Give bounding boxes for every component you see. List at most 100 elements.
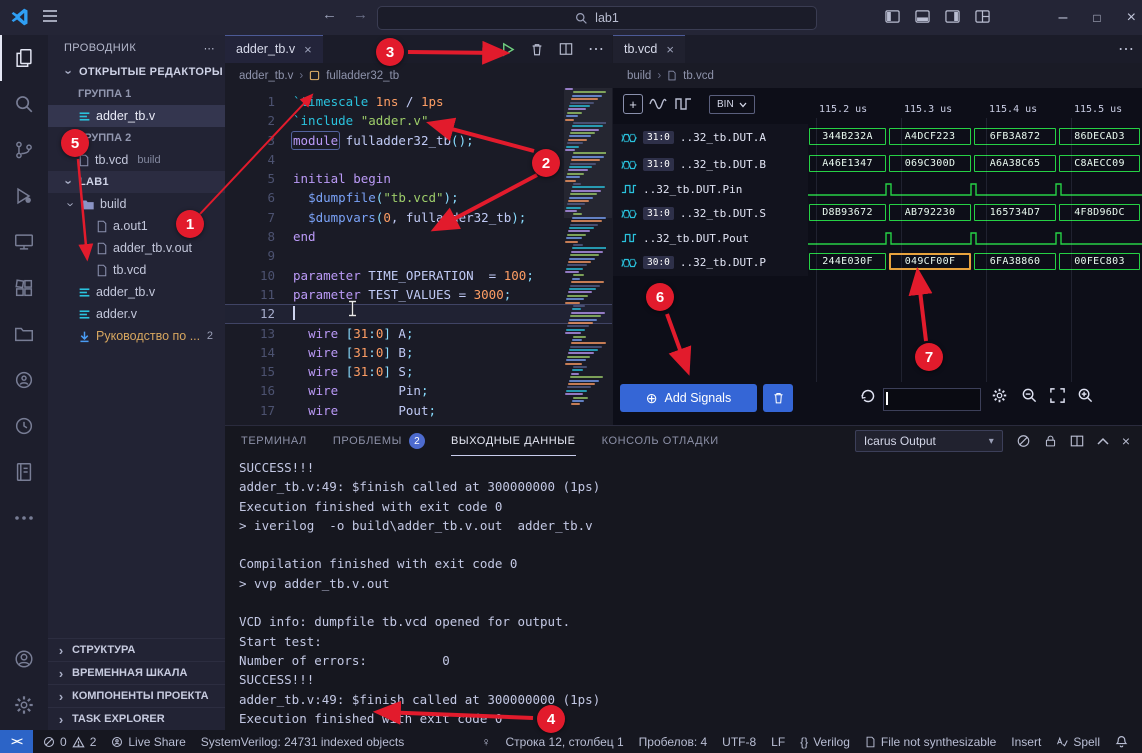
code-line-8[interactable]: 8end <box>225 227 612 246</box>
open-editor-adder-tb[interactable]: adder_tb.v <box>48 105 225 127</box>
code-line-10[interactable]: 10parameter TIME_OPERATION = 100; <box>225 266 612 285</box>
search-icon[interactable] <box>0 81 48 127</box>
code-line-9[interactable]: 9 <box>225 246 612 265</box>
toggle-sidebar-left-icon[interactable] <box>885 9 900 24</box>
signal-name-..32_tb.DUT.Pout[interactable]: ..32_tb.DUT.Pout <box>613 227 808 249</box>
wave-value[interactable]: A46E1347 <box>809 155 886 172</box>
nav-back-icon[interactable]: ← <box>322 6 337 23</box>
reload-button[interactable] <box>859 387 877 405</box>
explorer-item-...[interactable]: Руководство по ...2 <box>48 325 225 347</box>
signal-name-..32_tb.DUT.A[interactable]: 31:0..32_tb.DUT.A <box>613 124 808 151</box>
eol-status[interactable]: LF <box>771 735 785 749</box>
workspace-root[interactable]: › LAB1 <box>48 171 225 193</box>
run-button[interactable] <box>500 42 515 57</box>
language-mode[interactable]: {}Verilog <box>800 735 850 749</box>
timeline-clock-icon[interactable] <box>0 403 48 449</box>
explorer-item-build[interactable]: ›build <box>48 193 225 215</box>
code-line-6[interactable]: 6 $dumpfile("tb.vcd"); <box>225 188 612 207</box>
trash-icon[interactable] <box>530 42 544 57</box>
spell-status[interactable]: Spell <box>1056 735 1100 749</box>
insert-mode[interactable]: Insert <box>1011 735 1041 749</box>
code-line-11[interactable]: 11parameter TEST_VALUES = 3000; <box>225 285 612 304</box>
signal-lane-..32_tb.DUT.S[interactable]: D8B93672AB792230165734D74F8D96DC <box>808 200 1142 227</box>
account-icon[interactable] <box>0 636 48 682</box>
wave-settings-gear-icon[interactable] <box>991 387 1008 404</box>
indexer-status[interactable]: SystemVerilog: 24731 indexed objects <box>201 735 404 749</box>
sidebar-section-КОМПОНЕНТЫ ПРОЕКТА[interactable]: ›КОМПОНЕНТЫ ПРОЕКТА <box>48 684 225 707</box>
close-icon[interactable]: × <box>304 42 312 57</box>
panel-tab-ПРОБЛЕМЫ[interactable]: ПРОБЛЕМЫ2 <box>333 427 425 456</box>
zoom-fit-icon[interactable] <box>1049 387 1066 404</box>
close-panel-icon[interactable]: × <box>1122 433 1130 449</box>
wave-value[interactable]: D8B93672 <box>809 204 886 221</box>
breadcrumb[interactable]: adder_tb.v› fulladder32_tb <box>225 63 626 88</box>
source-control-icon[interactable] <box>0 127 48 173</box>
code-line-1[interactable]: 1`timescale 1ns / 1ps <box>225 92 612 111</box>
code-line-14[interactable]: 14 wire [31:0] B; <box>225 343 612 362</box>
signal-name-..32_tb.DUT.Pin[interactable]: ..32_tb.DUT.Pin <box>613 178 808 200</box>
project-manager-icon[interactable] <box>0 311 48 357</box>
explorer-item-tb.vcd[interactable]: tb.vcd <box>48 259 225 281</box>
notebook-icon[interactable] <box>0 449 48 495</box>
code-line-2[interactable]: 2`include "adder.v" <box>225 111 612 130</box>
bell-icon[interactable] <box>1115 735 1128 748</box>
explorer-item-adder_tb.v[interactable]: adder_tb.v <box>48 281 225 303</box>
explorer-more-icon[interactable]: ⋯ <box>204 42 215 55</box>
sidebar-section-TASK EXPLORER[interactable]: ›TASK EXPLORER <box>48 707 225 730</box>
signal-name-..32_tb.DUT.P[interactable]: 30:0..32_tb.DUT.P <box>613 249 808 276</box>
code-line-13[interactable]: 13 wire [31:0] A; <box>225 324 612 343</box>
minimize-button[interactable]: – <box>1059 9 1068 27</box>
explorer-icon[interactable] <box>0 35 48 81</box>
code-line-17[interactable]: 17 wire Pout; <box>225 401 612 420</box>
add-signals-button[interactable]: ⊕ Add Signals <box>620 384 757 412</box>
signal-lane-..32_tb.DUT.P[interactable]: 244E030F049CF00F6FA3886000FEC803 <box>808 249 1142 276</box>
signal-lane-..32_tb.DUT.B[interactable]: A46E1347069C300DA6A38C65C8AECC09 <box>808 151 1142 178</box>
command-search-input[interactable]: lab1 <box>377 6 817 30</box>
panel-tab-ТЕРМИНАЛ[interactable]: ТЕРМИНАЛ <box>241 427 307 456</box>
wave-value[interactable]: 344B232A <box>809 128 886 145</box>
code-line-12[interactable]: 12 <box>225 304 612 323</box>
add-marker-button[interactable]: + <box>623 94 643 114</box>
cursor-position[interactable]: Строка 12, столбец 1 <box>506 735 624 749</box>
panel-tab-КОНСОЛЬ ОТЛАДКИ[interactable]: КОНСОЛЬ ОТЛАДКИ <box>602 427 719 456</box>
toggle-panel-icon[interactable] <box>915 9 930 24</box>
explorer-item-adder.v[interactable]: adder.v <box>48 303 225 325</box>
more-icon[interactable] <box>0 495 48 541</box>
maximize-panel-icon[interactable] <box>1097 437 1109 445</box>
signal-name-..32_tb.DUT.B[interactable]: 31:0..32_tb.DUT.B <box>613 151 808 178</box>
close-icon[interactable]: × <box>666 42 674 57</box>
close-button[interactable]: × <box>1127 9 1136 27</box>
tab-tbvcd[interactable]: tb.vcd × <box>613 35 685 63</box>
settings-gear-icon[interactable] <box>0 682 48 728</box>
editor-more-icon[interactable]: ⋯ <box>588 39 604 59</box>
split-panel-icon[interactable] <box>1070 434 1084 448</box>
minimap[interactable] <box>564 88 606 420</box>
live-share-icon[interactable] <box>0 357 48 403</box>
toggle-sidebar-right-icon[interactable] <box>945 9 960 24</box>
output-channel-select[interactable]: Icarus Output▾ <box>855 430 1003 452</box>
code-editor[interactable]: 1`timescale 1ns / 1ps2`include "adder.v"… <box>225 88 612 429</box>
nav-forward-icon[interactable]: → <box>353 6 368 23</box>
extensions-icon[interactable] <box>0 265 48 311</box>
synthesis-status[interactable]: File not synthesizable <box>865 735 996 749</box>
format-select[interactable]: BIN <box>709 95 755 114</box>
signal-name-..32_tb.DUT.S[interactable]: 31:0..32_tb.DUT.S <box>613 200 808 227</box>
live-share-status[interactable]: Live Share <box>111 735 185 749</box>
square-wave-style-icon[interactable] <box>675 97 693 111</box>
signal-lane-..32_tb.DUT.A[interactable]: 344B232AA4DCF2236FB3A87286DECAD3 <box>808 124 1142 151</box>
open-editors-header[interactable]: › ОТКРЫТЫЕ РЕДАКТОРЫ <box>48 61 225 83</box>
indentation-status[interactable]: Пробелов: 4 <box>639 735 708 749</box>
sidebar-section-СТРУКТУРА[interactable]: ›СТРУКТУРА <box>48 638 225 661</box>
problems-status[interactable]: 0 2 <box>43 735 96 749</box>
clear-output-icon[interactable] <box>1016 434 1031 448</box>
code-line-15[interactable]: 15 wire [31:0] S; <box>225 362 612 381</box>
code-line-7[interactable]: 7 $dumpvars(0, fulladder32_tb); <box>225 208 612 227</box>
remote-indicator[interactable]: >< <box>0 730 33 753</box>
wave-more-icon[interactable]: ⋯ <box>1118 39 1134 59</box>
lock-scroll-icon[interactable] <box>1044 434 1057 448</box>
time-search-input[interactable] <box>883 388 981 411</box>
remove-signals-button[interactable] <box>763 384 793 412</box>
wave-value[interactable]: 244E030F <box>809 253 886 270</box>
output-console[interactable]: SUCCESS!!!adder_tb.v:49: $finish called … <box>239 458 1132 730</box>
remote-explorer-icon[interactable] <box>0 219 48 265</box>
